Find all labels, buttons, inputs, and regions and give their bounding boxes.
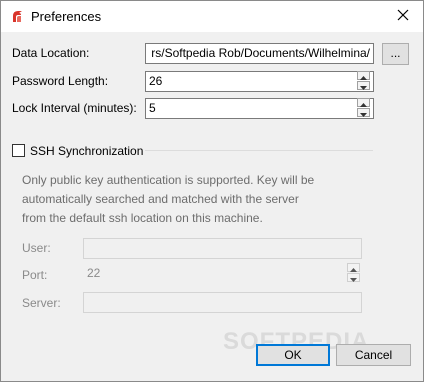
arrow-down-icon — [360, 106, 367, 120]
server-label: Server: — [22, 296, 61, 310]
preferences-dialog: Preferences Data Location: rs/Softpedia … — [0, 0, 424, 382]
port-label: Port: — [22, 268, 48, 282]
lock-interval-label: Lock Interval (minutes): — [12, 101, 137, 115]
server-field[interactable] — [83, 292, 362, 313]
close-icon — [397, 9, 409, 24]
port-decrement[interactable] — [347, 273, 360, 282]
port-field[interactable]: 22 — [83, 263, 348, 284]
password-length-stepper — [357, 71, 371, 92]
lock-interval-field[interactable]: 5 — [145, 98, 374, 119]
password-length-decrement[interactable] — [357, 81, 370, 90]
password-length-label: Password Length: — [12, 74, 109, 88]
ok-button[interactable]: OK — [256, 344, 330, 366]
window-title: Preferences — [31, 9, 102, 24]
dialog-content: Data Location: rs/Softpedia Rob/Document… — [1, 32, 423, 381]
app-logo-icon — [10, 9, 24, 23]
arrow-down-icon — [360, 79, 367, 93]
arrow-down-icon — [350, 271, 357, 285]
ssh-sync-label[interactable]: SSH Synchronization — [30, 144, 143, 158]
ssh-description: Only public key authentication is suppor… — [22, 171, 352, 228]
close-button[interactable] — [383, 1, 423, 32]
browse-button[interactable]: ... — [382, 43, 409, 65]
ssh-description-line: from the default ssh location on this ma… — [22, 211, 263, 225]
ssh-sync-checkbox[interactable] — [12, 144, 25, 157]
user-label: User: — [22, 241, 51, 255]
user-field[interactable] — [83, 238, 362, 259]
cancel-button[interactable]: Cancel — [336, 344, 411, 366]
lock-interval-decrement[interactable] — [357, 108, 370, 117]
password-length-field[interactable]: 26 — [145, 71, 374, 92]
lock-interval-stepper — [357, 98, 371, 119]
ssh-description-line: automatically searched and matched with … — [22, 192, 299, 206]
data-location-field[interactable]: rs/Softpedia Rob/Documents/Wilhelmina/ — [145, 43, 374, 64]
data-location-label: Data Location: — [12, 46, 90, 60]
port-stepper — [347, 263, 361, 284]
ssh-description-line: Only public key authentication is suppor… — [22, 173, 315, 187]
group-divider — [145, 150, 373, 151]
title-bar: Preferences — [1, 1, 423, 32]
